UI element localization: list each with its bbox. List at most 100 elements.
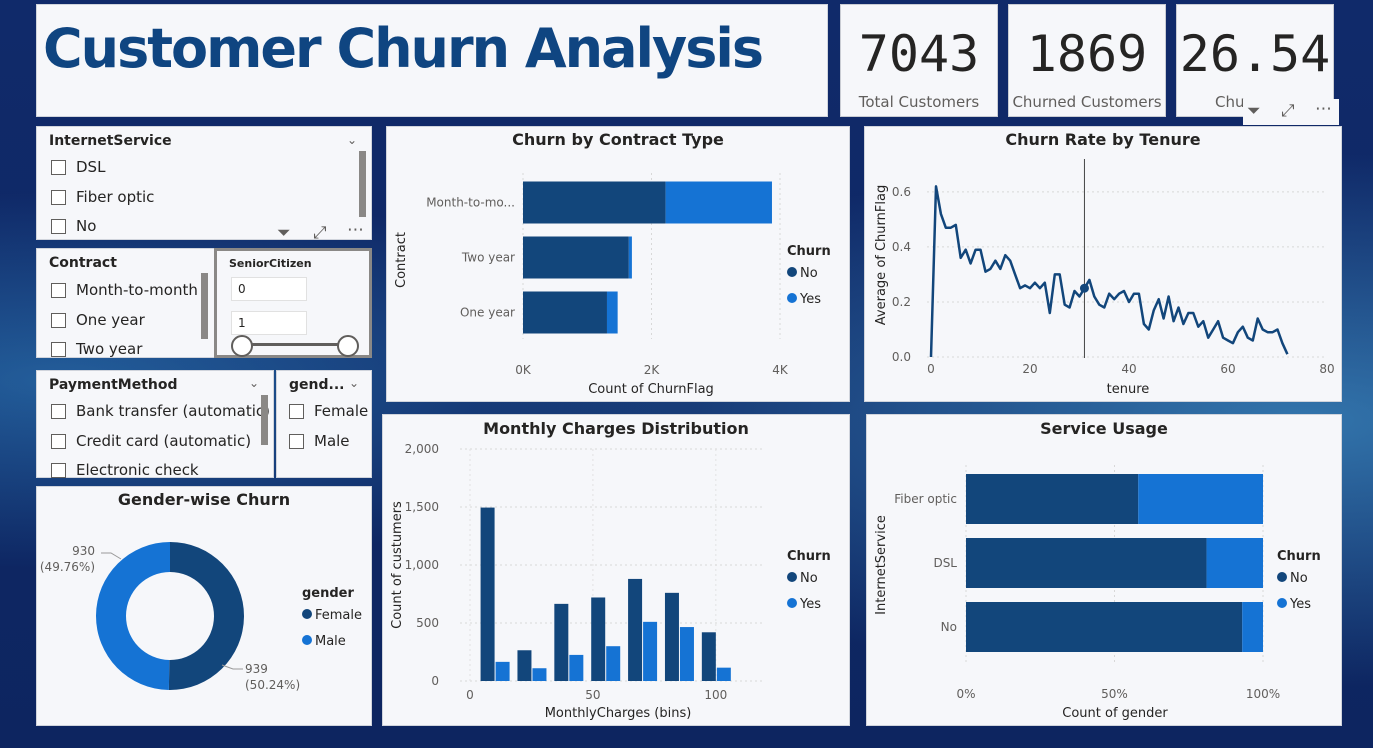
chart-churn-rate-by-tenure[interactable]: Churn Rate by Tenure 0.0 0.2 0.4 0.6 0 20 40 60…	[864, 126, 1342, 402]
option-label: DSL	[76, 158, 106, 176]
y-tick-label: 500	[416, 616, 439, 630]
range-handle-max[interactable]	[337, 335, 359, 357]
bar	[701, 632, 716, 681]
slicer-senior-citizen[interactable]: SeniorCitizen 0 1	[214, 248, 372, 358]
bar	[523, 291, 607, 334]
bar	[569, 654, 584, 681]
checkbox[interactable]	[51, 403, 66, 419]
bar	[966, 538, 1207, 588]
legend-marker	[1277, 572, 1287, 582]
checkbox[interactable]	[51, 159, 66, 175]
y-tick-label: One year	[460, 306, 515, 320]
legend-marker	[302, 635, 312, 645]
checkbox[interactable]	[51, 218, 66, 234]
bar	[606, 291, 618, 334]
range-handle-min[interactable]	[231, 335, 253, 357]
pie-slice	[96, 542, 170, 690]
kpi-churn-rate[interactable]: 26.54 Chu ⏷ ⤢ ⋯	[1176, 4, 1339, 125]
more-options-icon[interactable]: ⋯	[347, 220, 364, 240]
y-tick-label: 0.0	[892, 350, 911, 364]
chevron-down-icon[interactable]: ⌄	[349, 376, 359, 390]
bar	[591, 597, 606, 681]
checkbox[interactable]	[51, 189, 66, 205]
data-label: 939	[245, 662, 268, 676]
chart-service-usage[interactable]: Service Usage 0% 50% 100% Fiber optic DSL No I…	[866, 414, 1342, 726]
y-axis-title: InternetService	[874, 515, 889, 615]
chevron-down-icon[interactable]: ⌄	[347, 133, 357, 147]
slicer-option[interactable]: Two year	[51, 340, 142, 358]
focus-mode-icon[interactable]: ⤢	[313, 223, 327, 243]
legend-label: No	[1290, 571, 1308, 586]
legend-marker	[787, 293, 797, 303]
bar	[1138, 474, 1263, 524]
slicer-option[interactable]: Male	[289, 432, 350, 450]
y-tick-label: 0.6	[892, 185, 911, 199]
chevron-down-icon[interactable]: ⌄	[249, 376, 259, 390]
chart-gender-wise-churn[interactable]: Gender-wise Churn 939 (50.24%) 930 (49.76%)…	[36, 486, 372, 726]
option-label: Bank transfer (automatic)	[76, 402, 271, 420]
kpi-churned-customers[interactable]: 1869 Churned Customers	[1008, 4, 1166, 117]
slicer-option[interactable]: Bank transfer (automatic)	[51, 402, 270, 420]
bar	[628, 236, 632, 279]
more-options-icon[interactable]: ⋯	[1315, 99, 1332, 119]
slicer-option[interactable]: One year	[51, 311, 145, 329]
slicer-contract[interactable]: Contract Month-to-month One year Two yea…	[36, 248, 216, 358]
legend-label: No	[800, 571, 818, 586]
option-label: Electronic check	[76, 461, 199, 479]
chart-svg: 0K 2K 4K Month-to-mo... Two year One year Cont…	[394, 173, 831, 397]
y-axis-title: Count of custumers	[390, 501, 405, 629]
senior-max-input[interactable]: 1	[231, 311, 307, 335]
checkbox[interactable]	[51, 433, 66, 449]
slicer-option[interactable]: Fiber optic	[51, 188, 154, 206]
slicer-option[interactable]: Female	[289, 402, 368, 420]
slicer-option[interactable]: Month-to-month	[51, 281, 198, 299]
x-tick-label: 80	[1319, 362, 1334, 376]
kpi-total-customers[interactable]: 7043 Total Customers	[840, 4, 998, 117]
series-line	[929, 185, 1289, 358]
slicer-title: PaymentMethod	[49, 377, 178, 393]
slicer-internet-service[interactable]: InternetService ⌄ DSL Fiber optic No ⏷ ⤢…	[36, 126, 372, 243]
checkbox[interactable]	[289, 433, 304, 449]
bar	[480, 507, 495, 681]
bar	[517, 650, 532, 681]
y-tick-label: Fiber optic	[894, 492, 957, 506]
slicer-title: gend...	[289, 377, 345, 393]
slicer-option[interactable]: DSL	[51, 158, 105, 176]
focus-mode-icon[interactable]: ⤢	[1281, 101, 1295, 121]
y-tick-label: 0.2	[892, 295, 911, 309]
kpi-label: Churned Customers	[1012, 93, 1162, 111]
chart-churn-by-contract[interactable]: Churn by Contract Type 0K 2K 4K Month-to-mo…	[386, 126, 850, 402]
legend-marker	[1277, 598, 1287, 608]
scrollbar[interactable]	[261, 395, 268, 445]
checkbox[interactable]	[51, 312, 66, 328]
y-tick-label: 0.4	[892, 240, 911, 254]
senior-min-input[interactable]: 0	[231, 277, 307, 301]
kpi-value: 1869	[1026, 25, 1148, 83]
slicer-option[interactable]: Electronic check	[51, 461, 199, 479]
slicer-gender[interactable]: gend... ⌄ Female Male	[276, 370, 372, 478]
legend-title: Churn	[1277, 549, 1321, 564]
scrollbar[interactable]	[359, 151, 366, 217]
chart-monthly-charges[interactable]: Monthly Charges Distribution 0 500 1,000 1,…	[382, 414, 850, 726]
filter-icon[interactable]: ⏷	[277, 223, 291, 243]
filter-icon[interactable]: ⏷	[1247, 101, 1261, 121]
scrollbar[interactable]	[201, 273, 208, 339]
x-tick-label: 2K	[644, 363, 661, 377]
option-label: Female	[314, 402, 369, 420]
slicer-title: SeniorCitizen	[229, 257, 312, 270]
legend-label: Yes	[1289, 597, 1311, 612]
checkbox[interactable]	[51, 341, 66, 357]
option-label: Month-to-month	[76, 281, 198, 299]
slicer-option[interactable]: No	[51, 217, 96, 235]
legend-label: Yes	[799, 597, 821, 612]
slicer-option[interactable]: Credit card (automatic)	[51, 432, 251, 450]
x-axis-title: MonthlyCharges (bins)	[545, 706, 692, 721]
legend-label: Yes	[799, 292, 821, 307]
checkbox[interactable]	[51, 462, 66, 478]
slicer-payment-method[interactable]: PaymentMethod ⌄ Bank transfer (automatic…	[36, 370, 274, 479]
bar	[554, 603, 569, 681]
checkbox[interactable]	[289, 403, 304, 419]
bar	[716, 667, 731, 681]
hover-point	[1079, 283, 1089, 293]
checkbox[interactable]	[51, 282, 66, 298]
